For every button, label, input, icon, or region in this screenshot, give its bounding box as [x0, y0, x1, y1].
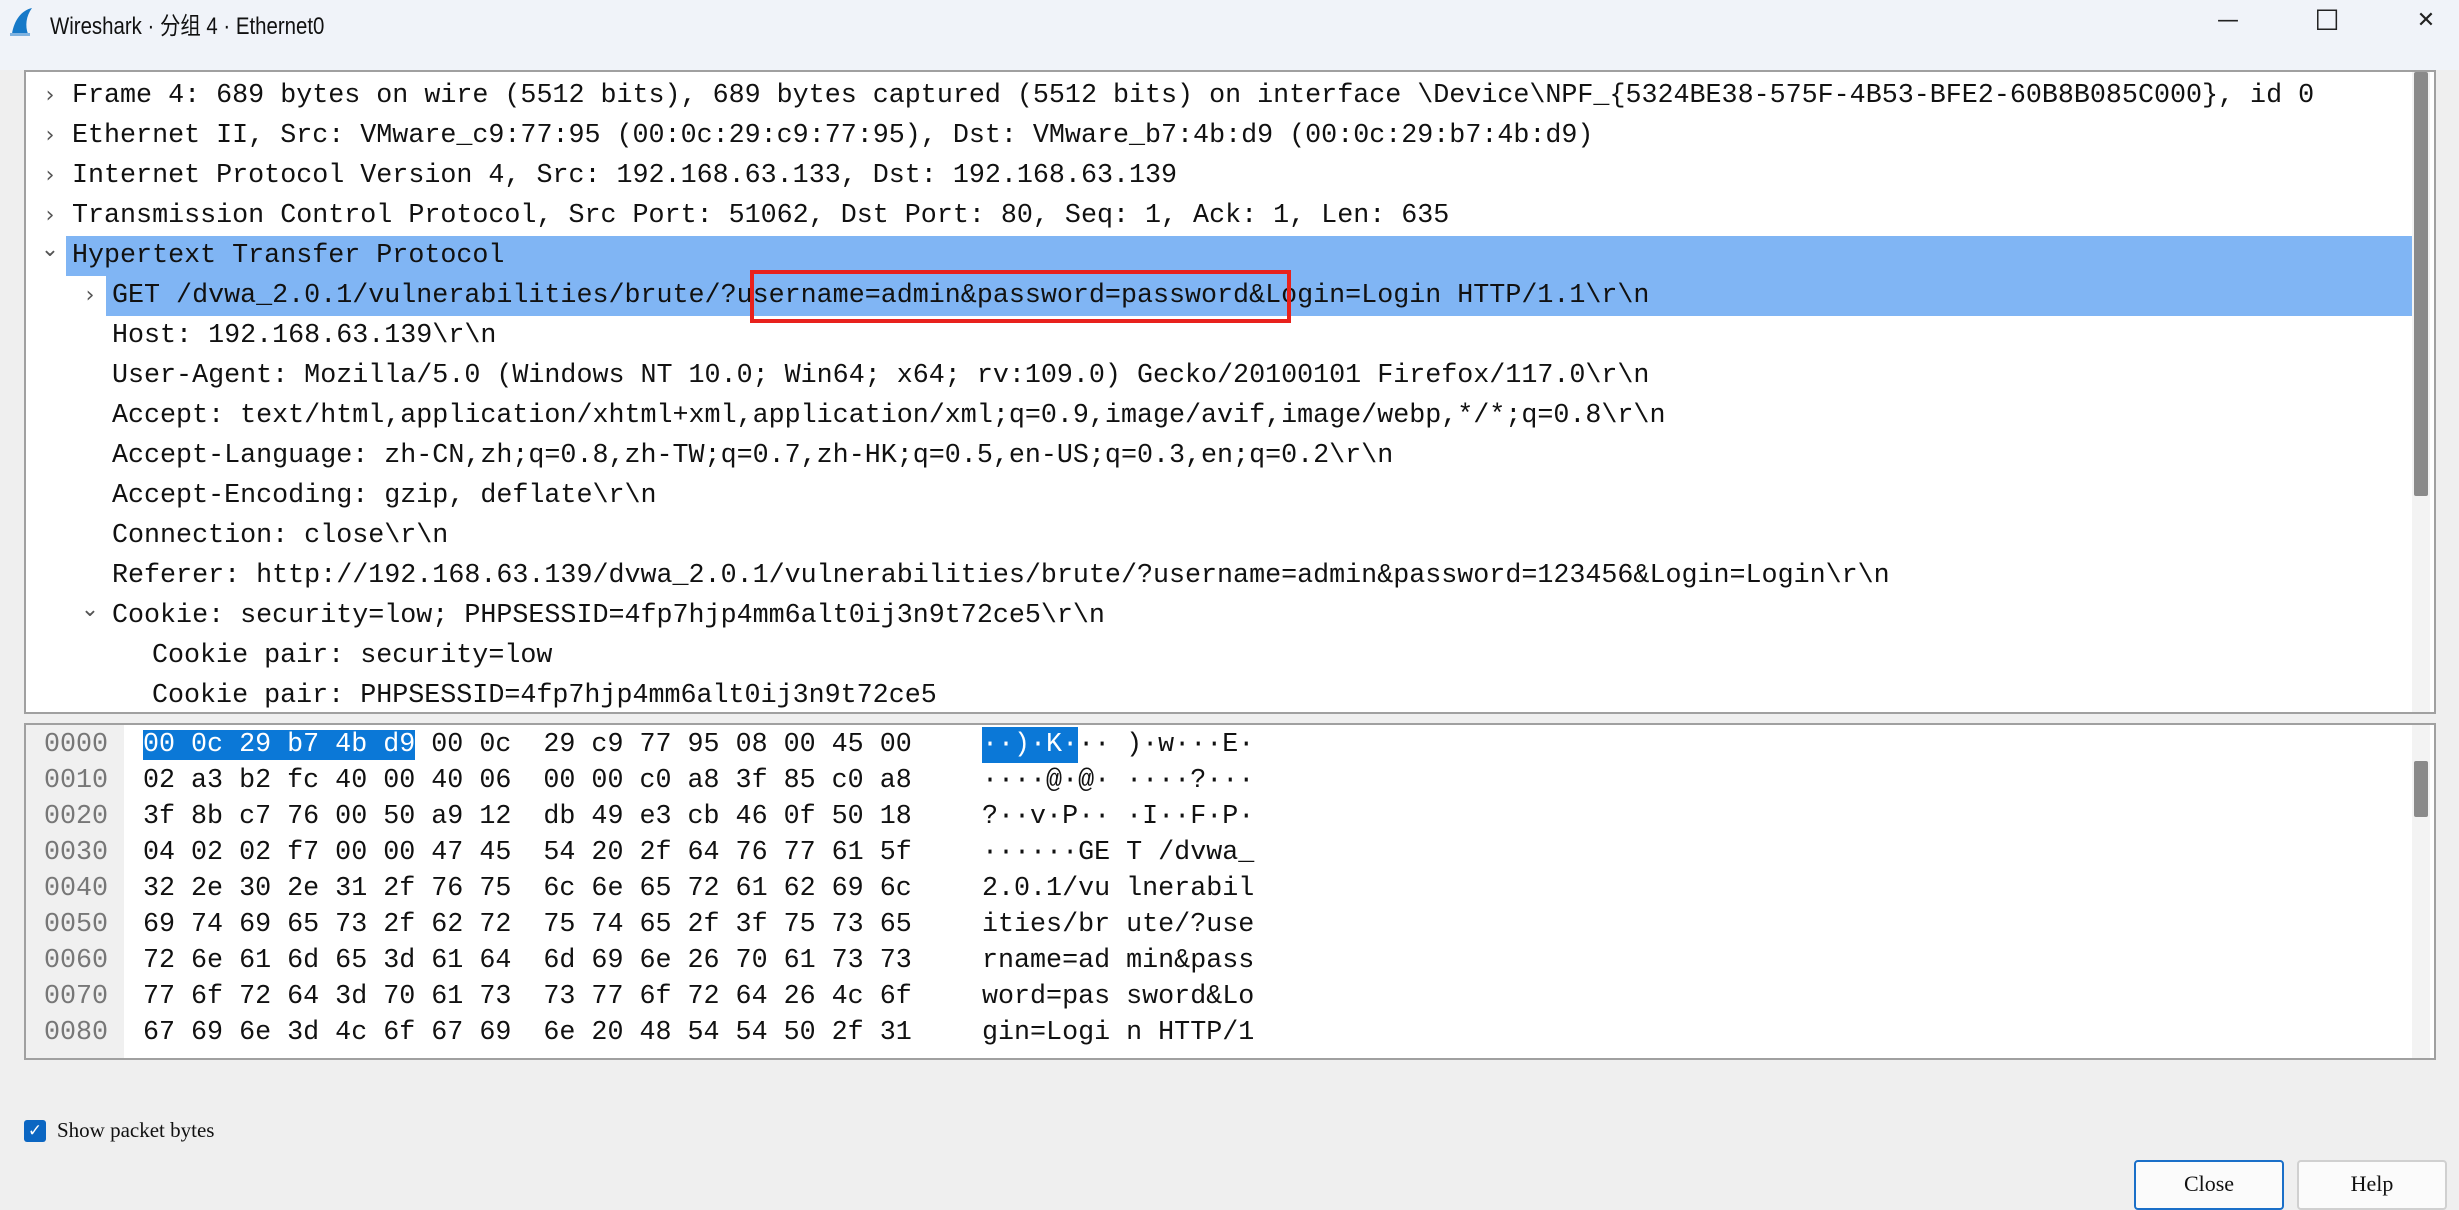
tree-item[interactable]: Accept: text/html,application/xhtml+xml,…	[26, 396, 2416, 436]
hex-bytes[interactable]: 04 02 02 f7 00 00 47 45 54 20 2f 64 76 7…	[143, 835, 912, 871]
hex-offset: 0020	[44, 802, 109, 832]
maximize-button[interactable]: ☐	[2297, 0, 2357, 40]
ascii-text[interactable]: gin=Logi n HTTP/1	[982, 1015, 1254, 1051]
tree-item-label: Hypertext Transfer Protocol	[72, 241, 505, 271]
hex-offset: 0010	[44, 766, 109, 796]
hex-offset: 0030	[44, 838, 109, 868]
tree-item-label: Internet Protocol Version 4, Src: 192.16…	[72, 161, 1178, 191]
hex-bytes[interactable]: 32 2e 30 2e 31 2f 76 75 6c 6e 65 72 61 6…	[143, 871, 912, 907]
hex-bytes[interactable]: 02 a3 b2 fc 40 00 40 06 00 00 c0 a8 3f 8…	[143, 763, 912, 799]
tree-item[interactable]: › Frame 4: 689 bytes on wire (5512 bits),…	[26, 76, 2416, 116]
selected-bytes: 00 0c 29 b7 4b d9	[143, 730, 416, 760]
hex-row: 0050 69 74 69 65 73 2f 62 72 75 74 65 2f …	[26, 907, 2406, 943]
window-title: Wireshark · 分组 4 · Ethernet0	[50, 13, 325, 40]
show-packet-bytes-checkbox[interactable]: ✓	[24, 1120, 46, 1142]
tree-item[interactable]: User-Agent: Mozilla/5.0 (Windows NT 10.0…	[26, 356, 2416, 396]
chevron-right-icon[interactable]: ›	[38, 76, 62, 116]
hex-bytes[interactable]: 72 6e 61 6d 65 3d 61 64 6d 69 6e 26 70 6…	[143, 943, 912, 979]
hex-row: 0010 02 a3 b2 fc 40 00 40 06 00 00 c0 a8 …	[26, 763, 2406, 799]
minimize-button[interactable]: —	[2198, 0, 2258, 40]
tree-item[interactable]: › Transmission Control Protocol, Src Port…	[26, 196, 2416, 236]
tree-item-label: Cookie pair: security=low	[152, 641, 553, 671]
show-packet-bytes-label: Show packet bytes	[57, 1118, 215, 1142]
packet-details-tree[interactable]: Cookie pair: PHPSESSID=4fp7hjp4mm6alt0ij…	[24, 70, 2436, 714]
hex-bytes[interactable]: 00 0c 29 b7 4b d9 00 0c 29 c9 77 95 08 0…	[143, 727, 912, 763]
wireshark-logo-icon	[10, 8, 32, 36]
tree-item-label: Cookie pair: PHPSESSID=4fp7hjp4mm6alt0ij…	[152, 681, 937, 711]
ascii-text[interactable]: ····@·@· ····?···	[982, 763, 1254, 799]
hex-row: 0070 77 6f 72 64 3d 70 61 73 73 77 6f 72 …	[26, 979, 2406, 1015]
ascii-text[interactable]: ?··v·P·· ·I··F·P·	[982, 799, 1254, 835]
tree-scrollbar-thumb[interactable]	[2414, 72, 2428, 496]
hex-offset: 0080	[44, 1018, 109, 1048]
tree-item[interactable]: Accept-Encoding: gzip, deflate\r\n	[26, 476, 2416, 516]
tree-item-label: Accept: text/html,application/xhtml+xml,…	[112, 401, 1666, 431]
hex-row: 0020 3f 8b c7 76 00 50 a9 12 db 49 e3 cb …	[26, 799, 2406, 835]
tree-item[interactable]: ⌄ Cookie: security=low; PHPSESSID=4fp7hjp…	[26, 596, 2416, 636]
chevron-right-icon[interactable]: ›	[78, 276, 102, 316]
ascii-text[interactable]: word=pas sword&Lo	[982, 979, 1254, 1015]
tree-item-label: Transmission Control Protocol, Src Port:…	[72, 201, 1450, 231]
chevron-right-icon[interactable]: ›	[38, 196, 62, 236]
tree-item-label: Cookie: security=low; PHPSESSID=4fp7hjp4…	[112, 601, 1105, 631]
chevron-down-icon[interactable]: ⌄	[78, 596, 102, 624]
hex-bytes[interactable]: 77 6f 72 64 3d 70 61 73 73 77 6f 72 64 2…	[143, 979, 912, 1015]
tree-item-label: User-Agent: Mozilla/5.0 (Windows NT 10.0…	[112, 361, 1650, 391]
title-bar: Wireshark · 分组 4 · Ethernet0 — ☐ ✕	[0, 0, 2459, 70]
hex-bytes[interactable]: 3f 8b c7 76 00 50 a9 12 db 49 e3 cb 46 0…	[143, 799, 912, 835]
tree-item-label: Referer: http://192.168.63.139/dvwa_2.0.…	[112, 561, 1890, 591]
hex-row: 0060 72 6e 61 6d 65 3d 61 64 6d 69 6e 26 …	[26, 943, 2406, 979]
tree-item[interactable]: Cookie pair: PHPSESSID=4fp7hjp4mm6alt0ij…	[26, 676, 2416, 712]
close-window-button[interactable]: ✕	[2396, 0, 2456, 40]
tree-item-label: Ethernet II, Src: VMware_c9:77:95 (00:0c…	[72, 121, 1594, 151]
hex-bytes[interactable]: 67 69 6e 3d 4c 6f 67 69 6e 20 48 54 54 5…	[143, 1015, 912, 1051]
selected-ascii: ··)·K·	[982, 727, 1079, 763]
tree-item[interactable]: Connection: close\r\n	[26, 516, 2416, 556]
hex-offset: 0070	[44, 982, 109, 1012]
hex-row: 0030 04 02 02 f7 00 00 47 45 54 20 2f 64 …	[26, 835, 2406, 871]
tree-item-label: Connection: close\r\n	[112, 521, 449, 551]
ascii-text[interactable]: rname=ad min&pass	[982, 943, 1254, 979]
tree-item[interactable]: Referer: http://192.168.63.139/dvwa_2.0.…	[26, 556, 2416, 596]
ascii-text[interactable]: ities/br ute/?use	[982, 907, 1254, 943]
hex-scrollbar-thumb[interactable]	[2414, 761, 2428, 817]
tree-item[interactable]: › Internet Protocol Version 4, Src: 192.1…	[26, 156, 2416, 196]
tree-item[interactable]: Accept-Language: zh-CN,zh;q=0.8,zh-TW;q=…	[26, 436, 2416, 476]
hex-row: 0040 32 2e 30 2e 31 2f 76 75 6c 6e 65 72 …	[26, 871, 2406, 907]
hex-offset: 0060	[44, 946, 109, 976]
tree-item[interactable]: › Ethernet II, Src: VMware_c9:77:95 (00:0…	[26, 116, 2416, 156]
tree-item-label: Frame 4: 689 bytes on wire (5512 bits), …	[72, 81, 2315, 111]
tree-item-label: Accept-Encoding: gzip, deflate\r\n	[112, 481, 657, 511]
hex-row: 0000 00 0c 29 b7 4b d9 00 0c 29 c9 77 95 …	[26, 727, 2406, 763]
hex-offset: 0050	[44, 910, 109, 940]
hex-row: 0080 67 69 6e 3d 4c 6f 67 69 6e 20 48 54 …	[26, 1015, 2406, 1051]
chevron-down-icon[interactable]: ⌄	[38, 236, 62, 264]
hex-offset: 0000	[44, 730, 109, 760]
ascii-text[interactable]: 2.0.1/vu lnerabil	[982, 871, 1254, 907]
tree-item-label: Accept-Language: zh-CN,zh;q=0.8,zh-TW;q=…	[112, 441, 1394, 471]
chevron-right-icon[interactable]: ›	[38, 156, 62, 196]
tree-scrollbar[interactable]	[2412, 72, 2430, 712]
hex-scrollbar[interactable]	[2412, 725, 2430, 1058]
chevron-right-icon[interactable]: ›	[38, 116, 62, 156]
packet-bytes-pane[interactable]: 0000 00 0c 29 b7 4b d9 00 0c 29 c9 77 95 …	[24, 723, 2436, 1060]
hex-bytes[interactable]: 69 74 69 65 73 2f 62 72 75 74 65 2f 3f 7…	[143, 907, 912, 943]
tree-item[interactable]: Cookie pair: security=low	[26, 636, 2416, 676]
tree-item-label: Host: 192.168.63.139\r\n	[112, 321, 497, 351]
hex-offset: 0040	[44, 874, 109, 904]
annotation-highlight-box	[750, 270, 1291, 323]
ascii-text[interactable]: ······GE T /dvwa_	[982, 835, 1254, 871]
